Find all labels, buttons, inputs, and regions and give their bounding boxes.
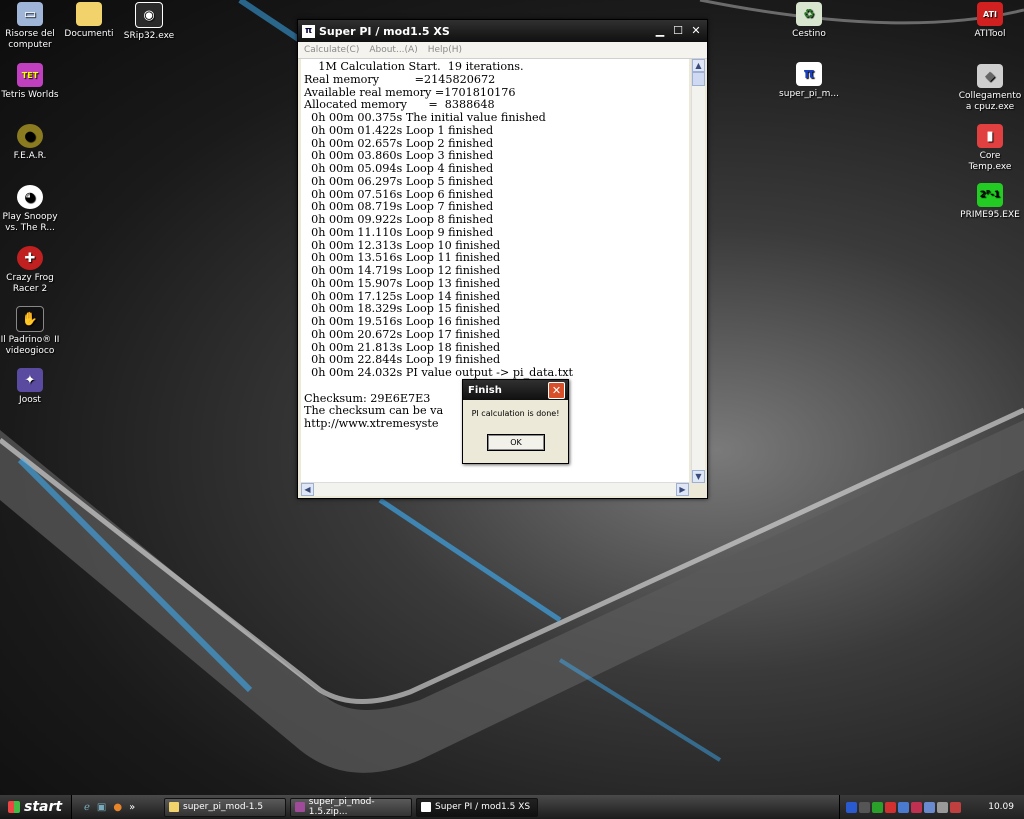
joost-icon: ✦ <box>17 368 43 392</box>
start-button[interactable]: start <box>0 795 72 819</box>
quick-launch-more-icon[interactable]: » <box>129 802 135 813</box>
security-icon[interactable] <box>911 801 922 813</box>
menu-about[interactable]: About...(A) <box>369 45 417 55</box>
thermometer-icon: ▮ <box>977 124 1003 148</box>
desktop-icon-computer[interactable]: ▭ Risorse del computer <box>0 2 63 51</box>
close-button[interactable]: ✕ <box>689 24 703 38</box>
desktop-icon-prime95[interactable]: 2ᴾ-1 PRIME95.EXE <box>957 183 1023 221</box>
taskbar: start ℯ ▣ ● » super_pi_mod-1.5 super_pi_… <box>0 795 1024 819</box>
desktop-icon-godfather[interactable]: ✋ Il Padrino® II videogioco <box>0 306 63 357</box>
tray-expand-icon[interactable] <box>859 801 870 813</box>
window-title: Super PI / mod1.5 XS <box>319 24 450 38</box>
desktop-icon-super-pi[interactable]: π super_pi_m... <box>776 62 842 100</box>
scroll-right-arrow-icon[interactable]: ▶ <box>676 483 689 496</box>
finish-dialog[interactable]: Finish ✕ PI calculation is done! OK <box>462 379 569 464</box>
prime95-icon: 2ᴾ-1 <box>977 183 1003 207</box>
desktop-icon-srip32[interactable]: ◉ SRip32.exe <box>116 2 182 42</box>
task-folder-super-pi[interactable]: super_pi_mod-1.5 <box>164 797 286 817</box>
firefox-icon[interactable]: ● <box>113 802 122 813</box>
camera-icon: ◉ <box>135 2 163 28</box>
godfather-icon: ✋ <box>16 306 44 332</box>
snoopy-icon: ◕ <box>17 185 43 209</box>
scroll-thumb[interactable] <box>692 72 705 86</box>
system-tray: 10.09 <box>839 795 1024 819</box>
desktop-icon-core-temp[interactable]: ▮ Core Temp.exe <box>957 124 1023 173</box>
clock[interactable]: 10.09 <box>988 802 1014 812</box>
menu-calculate[interactable]: Calculate(C) <box>304 45 359 55</box>
computer-icon: ▭ <box>17 2 43 26</box>
msn-icon[interactable] <box>872 801 883 813</box>
folder-icon <box>169 802 179 812</box>
task-super-pi-window[interactable]: Super PI / mod1.5 XS <box>416 797 538 817</box>
menu-bar: Calculate(C) About...(A) Help(H) <box>298 42 707 59</box>
update-icon[interactable] <box>950 801 961 813</box>
super-pi-icon: π <box>796 62 822 86</box>
winrar-icon <box>295 802 305 812</box>
desktop-icon-fear[interactable]: ● F.E.A.R. <box>0 124 63 162</box>
ie-icon[interactable]: ℯ <box>84 802 90 813</box>
desktop-icon-atitool[interactable]: ATI ATITool <box>957 2 1023 40</box>
desktop-icon-joost[interactable]: ✦ Joost <box>0 368 63 406</box>
window-titlebar[interactable]: π Super PI / mod1.5 XS ▁ ☐ ✕ <box>298 20 707 42</box>
dialog-close-button[interactable]: ✕ <box>548 382 565 399</box>
maximize-button[interactable]: ☐ <box>671 24 685 38</box>
antivirus-icon[interactable] <box>885 801 896 813</box>
quick-launch: ℯ ▣ ● » <box>84 802 164 813</box>
windows-logo-icon <box>8 801 20 813</box>
ok-button[interactable]: OK <box>487 434 545 451</box>
display-icon[interactable] <box>924 801 935 813</box>
desktop-icon-tetris-worlds[interactable]: TET Tetris Worlds <box>0 63 63 101</box>
super-pi-icon <box>421 802 431 812</box>
volume-icon[interactable] <box>937 801 948 813</box>
language-icon[interactable] <box>846 801 857 813</box>
scroll-down-arrow-icon[interactable]: ▼ <box>692 470 705 483</box>
ati-icon: ATI <box>977 2 1003 26</box>
eye-icon: ● <box>17 124 43 148</box>
cpuz-icon: ◆ <box>977 64 1003 88</box>
folder-icon <box>76 2 102 26</box>
tetris-icon: TET <box>17 63 43 87</box>
scroll-up-arrow-icon[interactable]: ▲ <box>692 59 705 72</box>
desktop-icon-cpuz[interactable]: ◆ Collegamento a cpuz.exe <box>957 64 1023 113</box>
desktop-icon-documents[interactable]: Documenti <box>56 2 122 40</box>
desktop-icon-snoopy[interactable]: ◕ Play Snoopy vs. The R... <box>0 185 63 234</box>
frog-icon: ✚ <box>17 246 43 270</box>
task-winrar-zip[interactable]: super_pi_mod-1.5.zip... <box>290 797 412 817</box>
dialog-message: PI calculation is done! <box>471 409 560 418</box>
vertical-scrollbar[interactable]: ▲ ▼ <box>691 59 705 483</box>
network-icon[interactable] <box>898 801 909 813</box>
scroll-left-arrow-icon[interactable]: ◀ <box>301 483 314 496</box>
calculation-log: 1M Calculation Start. 19 iterations. Rea… <box>304 60 574 430</box>
super-pi-icon: π <box>302 24 315 38</box>
recycle-bin-icon: ♻ <box>796 2 822 26</box>
horizontal-scrollbar[interactable]: ◀ ▶ <box>301 482 689 496</box>
show-desktop-icon[interactable]: ▣ <box>97 802 106 813</box>
desktop-icon-recycle-bin[interactable]: ♻ Cestino <box>776 2 842 40</box>
minimize-button[interactable]: ▁ <box>653 24 667 38</box>
desktop-icon-crazy-frog[interactable]: ✚ Crazy Frog Racer 2 <box>0 246 63 295</box>
menu-help[interactable]: Help(H) <box>428 45 462 55</box>
